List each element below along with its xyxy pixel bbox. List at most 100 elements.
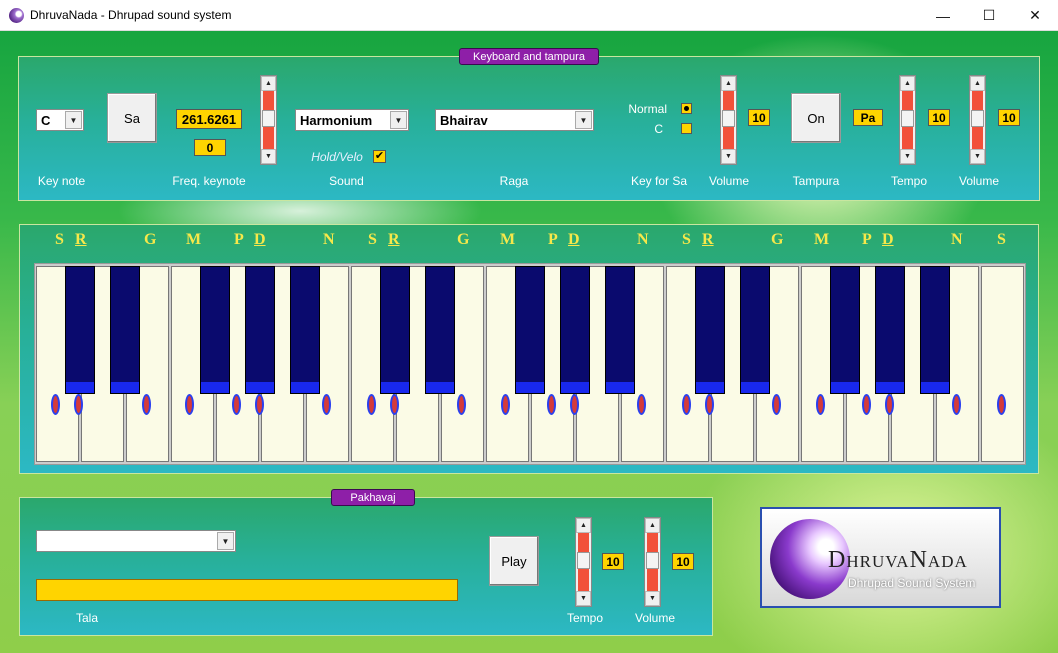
black-key[interactable] (515, 266, 545, 394)
tampura-volume-slider[interactable]: ▲ ▼ (969, 75, 986, 165)
key-for-sa-c-radio[interactable] (681, 123, 692, 134)
chevron-down-icon[interactable]: ▼ (261, 149, 276, 164)
black-key[interactable] (65, 266, 95, 394)
key-for-sa-c-label: C (654, 122, 663, 136)
raga-note-marker (547, 394, 556, 415)
sa-button[interactable]: Sa (107, 93, 157, 143)
black-key[interactable] (110, 266, 140, 394)
black-key[interactable] (830, 266, 860, 394)
black-key[interactable] (290, 266, 320, 394)
raga-label: Raga (499, 174, 529, 188)
chevron-up-icon[interactable]: ▲ (645, 518, 660, 533)
raga-note-marker (74, 394, 83, 415)
sargam-label: S (682, 231, 691, 248)
pa-value[interactable]: Pa (853, 109, 883, 126)
chevron-up-icon[interactable]: ▲ (900, 76, 915, 91)
slider-thumb[interactable] (722, 110, 735, 127)
hold-velo-checkbox[interactable]: ✔ (373, 150, 386, 163)
sargam-label: M (814, 231, 830, 248)
tampura-volume-label: Volume (958, 174, 1000, 188)
minimize-button[interactable]: — (920, 0, 966, 31)
raga-note-marker (185, 394, 194, 415)
title-bar: DhruvaNada - Dhrupad sound system — ☐ ✕ (0, 0, 1058, 31)
sargam-label: D (254, 231, 266, 248)
pakhavaj-tempo-value: 10 (602, 553, 624, 570)
tala-progress-bar (36, 579, 458, 601)
white-key[interactable] (981, 266, 1024, 462)
chevron-down-icon[interactable]: ▼ (900, 149, 915, 164)
black-key[interactable] (380, 266, 410, 394)
slider-thumb[interactable] (262, 110, 275, 127)
logo-subtitle: Dhrupad Sound System (848, 576, 976, 590)
black-key[interactable] (875, 266, 905, 394)
tala-combo[interactable]: ▼ (36, 530, 236, 552)
pakhavaj-volume-slider[interactable]: ▲ ▼ (644, 517, 661, 607)
key-note-label: Key note (37, 174, 86, 188)
client-area: Keyboard and tampura C ▼ Key note Sa 261.… (0, 31, 1058, 653)
tampura-tempo-slider[interactable]: ▲ ▼ (899, 75, 916, 165)
pakhavaj-volume-value: 10 (672, 553, 694, 570)
black-key[interactable] (200, 266, 230, 394)
raga-note-marker (705, 394, 714, 415)
raga-note-marker (570, 394, 579, 415)
chevron-down-icon[interactable]: ▼ (65, 111, 82, 129)
key-for-sa-label: Key for Sa (630, 174, 688, 188)
black-key[interactable] (560, 266, 590, 394)
maximize-button[interactable]: ☐ (966, 0, 1012, 31)
sargam-label: D (568, 231, 580, 248)
logo-name: DhruvaNada (828, 547, 968, 573)
sargam-label: R (75, 231, 87, 248)
pakhavaj-tempo-slider[interactable]: ▲ ▼ (575, 517, 592, 607)
chevron-up-icon[interactable]: ▲ (721, 76, 736, 91)
play-button[interactable]: Play (489, 536, 539, 586)
app-icon (9, 8, 24, 23)
sargam-labels: SRGMPDNSRGMPDNSRGMPDNS (20, 231, 1040, 253)
close-button[interactable]: ✕ (1012, 0, 1058, 31)
keyboard-volume-value: 10 (748, 109, 770, 126)
chevron-up-icon[interactable]: ▲ (576, 518, 591, 533)
key-note-value: C (41, 113, 51, 128)
sargam-label: G (771, 231, 784, 248)
raga-note-marker (772, 394, 781, 415)
black-key[interactable] (740, 266, 770, 394)
raga-note-marker (255, 394, 264, 415)
chevron-down-icon[interactable]: ▼ (721, 149, 736, 164)
raga-note-marker (142, 394, 151, 415)
sound-combo[interactable]: Harmonium ▼ (295, 109, 409, 131)
sargam-label: S (368, 231, 377, 248)
black-key[interactable] (920, 266, 950, 394)
slider-thumb[interactable] (577, 552, 590, 569)
key-note-combo[interactable]: C ▼ (36, 109, 84, 131)
black-key[interactable] (425, 266, 455, 394)
key-for-sa-normal-radio[interactable] (681, 103, 692, 114)
chevron-down-icon[interactable]: ▼ (645, 591, 660, 606)
chevron-down-icon[interactable]: ▼ (970, 149, 985, 164)
raga-note-marker (682, 394, 691, 415)
tampura-on-button[interactable]: On (791, 93, 841, 143)
raga-combo[interactable]: Bhairav ▼ (435, 109, 594, 131)
chevron-down-icon[interactable]: ▼ (576, 591, 591, 606)
slider-thumb[interactable] (971, 110, 984, 127)
hold-velo-label: Hold/Velo (311, 150, 363, 164)
slider-thumb[interactable] (646, 552, 659, 569)
chevron-down-icon[interactable]: ▼ (217, 532, 234, 550)
black-key[interactable] (695, 266, 725, 394)
chevron-down-icon[interactable]: ▼ (390, 111, 407, 129)
chevron-up-icon[interactable]: ▲ (261, 76, 276, 91)
sargam-label: M (186, 231, 202, 248)
black-key[interactable] (245, 266, 275, 394)
sargam-label: S (55, 231, 64, 248)
tampura-tempo-label: Tempo (890, 174, 928, 188)
slider-thumb[interactable] (901, 110, 914, 127)
key-for-sa-normal-label: Normal (628, 102, 667, 116)
keyboard-volume-slider[interactable]: ▲ ▼ (720, 75, 737, 165)
freq-value: 261.6261 (176, 109, 242, 129)
raga-note-marker (862, 394, 871, 415)
pakhavaj-panel: Pakhavaj ▼ Tala Play ▲ ▼ 10 Tempo ▲ ▼ 10… (19, 489, 713, 636)
chevron-up-icon[interactable]: ▲ (970, 76, 985, 91)
black-key[interactable] (605, 266, 635, 394)
raga-note-marker (501, 394, 510, 415)
chevron-down-icon[interactable]: ▼ (575, 111, 592, 129)
window-title: DhruvaNada - Dhrupad sound system (30, 8, 232, 22)
freq-slider[interactable]: ▲ ▼ (260, 75, 277, 165)
